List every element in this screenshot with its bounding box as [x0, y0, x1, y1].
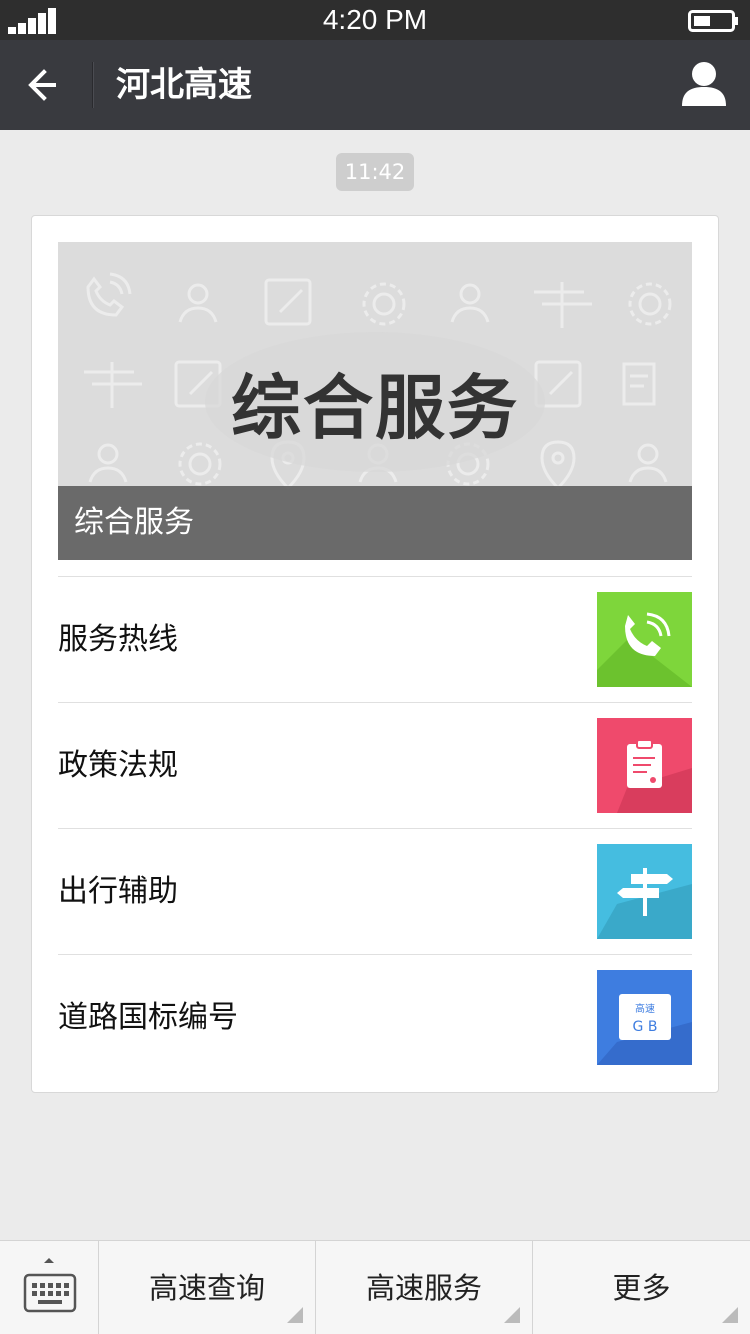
article-cover[interactable]: 综合服务 综合服务	[58, 242, 692, 560]
cover-caption: 综合服务	[58, 486, 692, 560]
menu-label: 更多	[612, 1271, 671, 1305]
keyboard-toggle-button[interactable]	[0, 1241, 99, 1334]
menu-button-highway-query[interactable]: 高速查询	[99, 1241, 316, 1334]
submenu-indicator-icon	[287, 1307, 303, 1323]
cover-title: 综合服务	[231, 366, 519, 449]
status-time: 4:20 PM	[322, 4, 428, 35]
menu-label: 高速服务	[365, 1271, 482, 1305]
status-bar: 4:20 PM	[0, 0, 750, 40]
title-bar: 河北高速	[0, 40, 750, 130]
article-item-label: 政策法规	[58, 748, 178, 783]
article-item-label: 道路国标编号	[58, 1000, 238, 1035]
keyboard-icon	[23, 1258, 77, 1313]
article-item-travel[interactable]: 出行辅助	[58, 828, 692, 954]
submenu-indicator-icon	[722, 1307, 738, 1323]
bottom-menu: 高速查询 高速服务 更多	[0, 1240, 750, 1334]
chat-timestamp: 11:42	[336, 153, 414, 191]
signpost-icon	[597, 844, 692, 939]
menu-button-more[interactable]: 更多	[533, 1241, 750, 1334]
gb-thumb-text-bottom: G B	[633, 1019, 658, 1035]
title-divider	[92, 62, 93, 108]
clipboard-icon	[597, 718, 692, 813]
submenu-indicator-icon	[504, 1307, 520, 1323]
article-item-label: 出行辅助	[58, 874, 178, 909]
article-item-hotline[interactable]: 服务热线	[58, 576, 692, 702]
article-item-label: 服务热线	[58, 622, 178, 657]
back-arrow-icon[interactable]	[22, 62, 70, 108]
menu-button-highway-service[interactable]: 高速服务	[316, 1241, 533, 1334]
battery-icon	[688, 10, 738, 32]
page-title: 河北高速	[116, 65, 252, 105]
article-card: 综合服务 综合服务 服务热线 政策法规 出行辅助 道路国标编号 高速 G B	[31, 215, 719, 1093]
menu-label: 高速查询	[148, 1271, 265, 1305]
gb-thumb-text-top: 高速	[635, 1002, 655, 1015]
gb-code-icon: 高速 G B	[597, 970, 692, 1065]
profile-icon[interactable]	[682, 60, 726, 108]
article-item-policy[interactable]: 政策法规	[58, 702, 692, 828]
article-item-road-code[interactable]: 道路国标编号 高速 G B	[58, 954, 692, 1080]
phone-icon	[597, 592, 692, 687]
